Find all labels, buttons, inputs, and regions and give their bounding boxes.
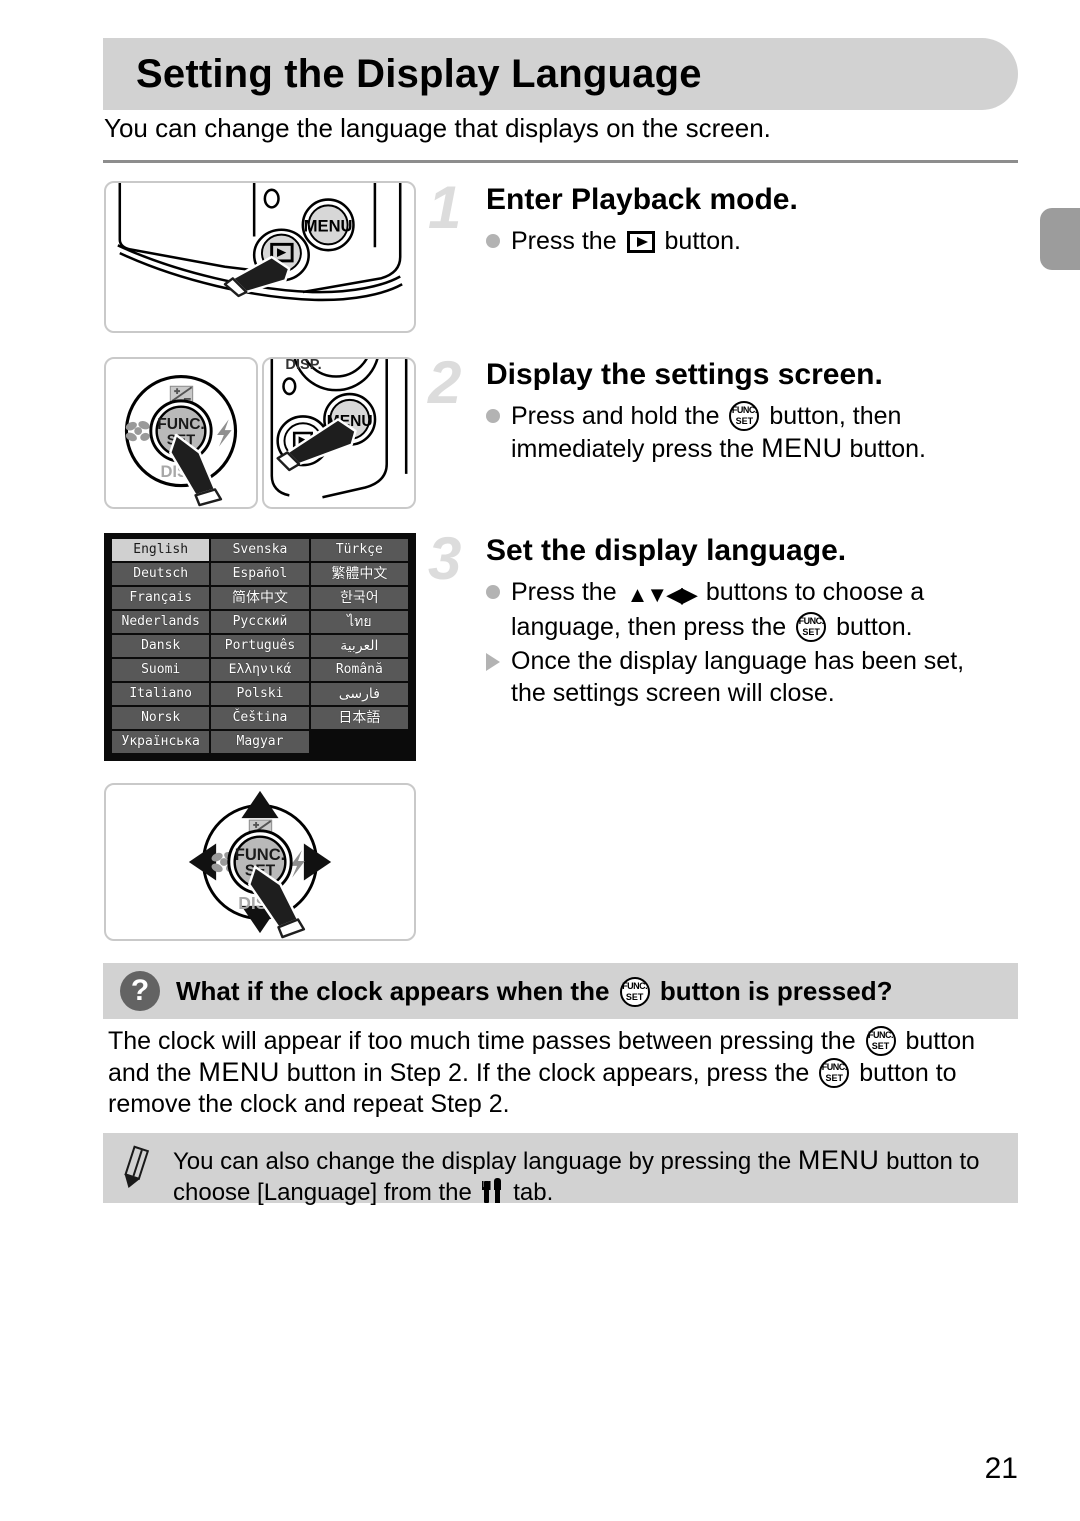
func-set-button-icon: FUNC. SET xyxy=(619,976,650,1007)
step-1-heading: Enter Playback mode. xyxy=(486,183,798,216)
qa-title: What if the clock appears when the FUNC.… xyxy=(176,975,893,1007)
manual-page: Setting the Display Language You can cha… xyxy=(0,0,1080,1521)
pencil-icon xyxy=(119,1145,163,1193)
figure-control-dial-arrows: DISP. FUNC. SET xyxy=(104,783,416,941)
intro-text: You can change the language that display… xyxy=(104,113,771,143)
step-2-number: 2 xyxy=(428,349,462,416)
language-option[interactable]: Čeština xyxy=(211,707,309,729)
step-1-body: Press the button. xyxy=(486,225,1028,257)
func-set-button-icon: FUNC. SET xyxy=(796,612,827,642)
control-dial-arrows-illustration: DISP. FUNC. SET xyxy=(188,790,332,939)
func-set-button-icon: FUNC. SET xyxy=(729,401,760,431)
language-option[interactable]: Română xyxy=(310,659,408,681)
left-arrow-icon xyxy=(188,843,217,881)
note-block: You can also change the display language… xyxy=(103,1133,1018,1206)
language-option[interactable]: Deutsch xyxy=(112,563,210,585)
bullet-dot-icon xyxy=(486,409,500,423)
menu-button-label: MENU xyxy=(304,217,353,236)
page-title: Setting the Display Language xyxy=(136,51,702,96)
step-2-line-1: Press and hold the FUNC. SET button, then… xyxy=(486,400,1028,465)
disp-label: DISP. xyxy=(285,359,321,373)
bullet-triangle-icon xyxy=(486,653,500,671)
language-option[interactable]: English xyxy=(112,539,210,561)
func-set-button-icon: FUNC. SET xyxy=(865,1026,896,1056)
language-option[interactable]: 繁體中文 xyxy=(310,563,408,585)
language-option[interactable]: Українська xyxy=(112,731,210,753)
step-2: 2 Display the settings screen. Press and… xyxy=(428,349,1028,467)
language-option[interactable]: 日本語 xyxy=(310,707,408,729)
language-option[interactable]: Español xyxy=(211,563,309,585)
qa-header-bar: ? What if the clock appears when the FUN… xyxy=(103,963,1018,1019)
bullet-dot-icon xyxy=(486,585,500,599)
language-option[interactable]: Français xyxy=(112,587,210,609)
bullet-dot-icon xyxy=(486,234,500,248)
up-arrow-icon xyxy=(241,790,279,819)
step-3-body: Press the ▲▼◀▶ buttons to choose a langua… xyxy=(486,576,1028,709)
horizontal-rule xyxy=(103,160,1018,163)
step-3-text-a: Press the ▲▼◀▶ buttons to choose a langua… xyxy=(511,578,925,642)
language-option[interactable]: Norsk xyxy=(112,707,210,729)
func-label: FUNC. xyxy=(235,845,286,864)
menu-button-icon: MENU xyxy=(761,433,843,463)
func-set-button-icon: FUNC. SET xyxy=(819,1058,850,1088)
step-2-text: Press and hold the FUNC. SET button, then… xyxy=(511,401,927,463)
page-title-bar: Setting the Display Language xyxy=(103,38,1018,110)
menu-button-icon: MENU xyxy=(198,1057,280,1087)
step-3-heading: Set the display language. xyxy=(486,534,847,567)
step-3: 3 Set the display language. Press the ▲▼… xyxy=(428,525,1028,711)
language-option[interactable]: 한국어 xyxy=(310,587,408,609)
step-3-text-b: Once the display language has been set, t… xyxy=(511,647,965,707)
step-1-line-1-text: Press the button. xyxy=(511,227,741,255)
func-label: FUNC. xyxy=(157,416,205,433)
playback-button-icon xyxy=(626,231,655,253)
camera-illustration-1: MENU xyxy=(117,183,403,302)
language-option[interactable]: فارسی xyxy=(310,683,408,705)
step-3-line-2: Once the display language has been set, t… xyxy=(486,645,1028,709)
figure-control-dial-func-set: DISP. FUNC. SET xyxy=(104,357,258,509)
step-1-number: 1 xyxy=(428,174,462,241)
language-option[interactable]: Polski xyxy=(211,683,309,705)
language-grid: English Svenska Türkçe Deutsch Español 繁體中文 Fr… xyxy=(112,539,408,753)
flash-icon xyxy=(217,419,232,447)
language-option[interactable]: Svenska xyxy=(211,539,309,561)
language-option[interactable]: Türkçe xyxy=(310,539,408,561)
section-edge-tab xyxy=(1040,208,1080,270)
page-number: 21 xyxy=(984,1452,1018,1485)
updown-leftright-arrows-icon: ▲▼◀▶ xyxy=(626,582,698,607)
language-option[interactable]: Magyar xyxy=(211,731,309,753)
control-dial-illustration: DISP. FUNC. SET xyxy=(124,374,238,507)
step-1-line-1: Press the button. xyxy=(486,225,1028,257)
language-option[interactable]: Nederlands xyxy=(112,611,210,633)
step-3-line-1: Press the ▲▼◀▶ buttons to choose a langua… xyxy=(486,576,1028,643)
language-option[interactable]: 简体中文 xyxy=(211,587,309,609)
language-option[interactable]: Ελληνικά xyxy=(211,659,309,681)
language-option[interactable]: Русский xyxy=(211,611,309,633)
language-option[interactable]: العربية xyxy=(310,635,408,657)
language-option[interactable]: ไทย xyxy=(310,611,408,633)
question-mark-icon: ? xyxy=(120,971,160,1011)
language-option[interactable]: Suomi xyxy=(112,659,210,681)
camera-illustration-2: DISP. MENU xyxy=(270,359,408,499)
figure-camera-playback-button: MENU xyxy=(104,181,416,333)
step-2-heading: Display the settings screen. xyxy=(486,358,883,391)
language-cell-empty xyxy=(311,731,408,753)
qa-body-text: The clock will appear if too much time p… xyxy=(108,1026,975,1118)
language-option[interactable]: Italiano xyxy=(112,683,210,705)
settings-tab-icon xyxy=(482,1178,504,1203)
right-arrow-icon xyxy=(303,843,332,881)
language-option[interactable]: Dansk xyxy=(112,635,210,657)
step-2-body: Press and hold the FUNC. SET button, then… xyxy=(486,400,1028,465)
menu-button-icon: MENU xyxy=(797,1145,880,1175)
language-selection-screen[interactable]: English Svenska Türkçe Deutsch Español 繁體中文 Fr… xyxy=(104,533,416,761)
step-3-number: 3 xyxy=(428,525,462,592)
step-1: 1 Enter Playback mode. Press the button. xyxy=(428,174,1028,259)
note-text: You can also change the display language… xyxy=(173,1145,980,1206)
figure-camera-menu-button: DISP. MENU xyxy=(262,357,416,509)
language-option[interactable]: Português xyxy=(211,635,309,657)
